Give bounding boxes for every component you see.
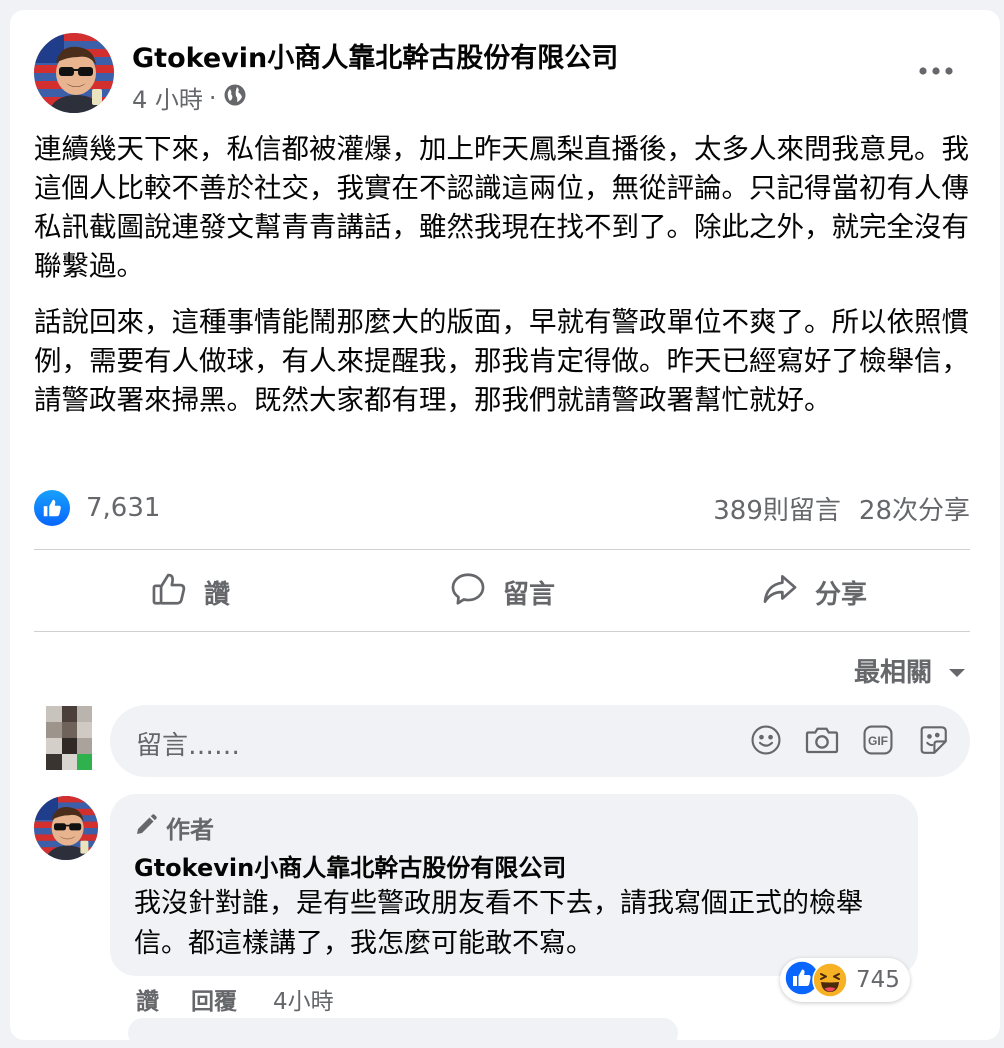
haha-reaction-icon [812,962,848,998]
gif-icon[interactable]: GIF [861,723,895,757]
reaction-count[interactable]: 7,631 [86,493,160,523]
pencil-icon [134,813,158,843]
post-paragraph: 連續幾天下來，私信都被灌爆，加上昨天鳳梨直播後，太多人來問我意見。我這個人比較不… [34,133,969,282]
share-button[interactable]: 分享 [658,570,970,615]
comment-reaction-count: 745 [856,967,900,993]
share-icon [761,570,799,615]
divider [34,549,970,550]
comment-like-button[interactable]: 讚 [136,982,159,1016]
svg-text:GIF: GIF [868,734,888,748]
post-meta: 4 小時 · [132,80,247,115]
post-author-name[interactable]: Gtokevin小商人靠北幹古股份有限公司 [132,36,618,75]
comment-time[interactable]: 4小時 [273,982,334,1016]
post-time[interactable]: 4 小時 [132,80,203,115]
sort-label: 最相關 [853,658,932,688]
post-paragraph: 話說回來，這種事情能鬧那麼大的版面，早就有警政單位不爽了。所以依照慣例，需要有人… [34,306,969,416]
next-comment-bubble [128,1018,678,1048]
comment-text: 我沒針對誰，是有些警政朋友看不下去，請我寫個正式的檢舉信。都這樣講了，我怎麼可能… [134,888,863,959]
more-horizontal-icon [919,60,953,79]
divider [34,631,970,632]
globe-icon [223,83,247,113]
share-count[interactable]: 28次分享 [859,490,970,527]
emoji-icon[interactable] [749,723,783,757]
share-label: 分享 [814,579,867,610]
reactions-summary: 7,631 389則留言 28次分享 [34,488,970,528]
like-button[interactable]: 讚 [34,570,346,615]
author-avatar[interactable] [34,33,114,113]
sticker-icon[interactable] [916,723,950,757]
like-reaction-icon[interactable] [34,490,70,526]
user-avatar[interactable] [46,706,92,770]
comment-icon [449,570,487,615]
comment-author-avatar[interactable] [34,796,98,860]
caret-down-icon [948,656,966,686]
author-badge: 作者 [134,810,214,845]
comment-button[interactable]: 留言 [346,570,658,615]
more-options-button[interactable] [916,56,956,82]
like-label: 讚 [203,579,230,610]
meta-separator: · [208,83,217,112]
comment-input[interactable]: 留言…… GIF [110,705,970,777]
comment-reply-button[interactable]: 回覆 [191,982,237,1016]
comment-label: 留言 [502,579,555,610]
thumbs-up-icon [150,570,188,615]
comment-input-placeholder: 留言…… [136,731,241,761]
comment-author-name[interactable]: Gtokevin小商人靠北幹古股份有限公司 [134,848,566,883]
comment-reactions[interactable]: 745 [780,958,910,1002]
post-body: 連續幾天下來，私信都被灌爆，加上昨天鳳梨直播後，太多人來問我意見。我這個人比較不… [34,130,970,437]
comment-bubble: 作者 Gtokevin小商人靠北幹古股份有限公司 我沒針對誰，是有些警政朋友看不… [110,794,918,976]
post-actions: 讚 留言 分享 [34,552,970,632]
camera-icon[interactable] [804,723,840,757]
author-badge-label: 作者 [166,816,214,844]
comment-actions: 讚 回覆 4小時 [136,982,334,1016]
comment-count[interactable]: 389則留言 [713,490,841,527]
sort-dropdown[interactable]: 最相關 [854,652,966,689]
